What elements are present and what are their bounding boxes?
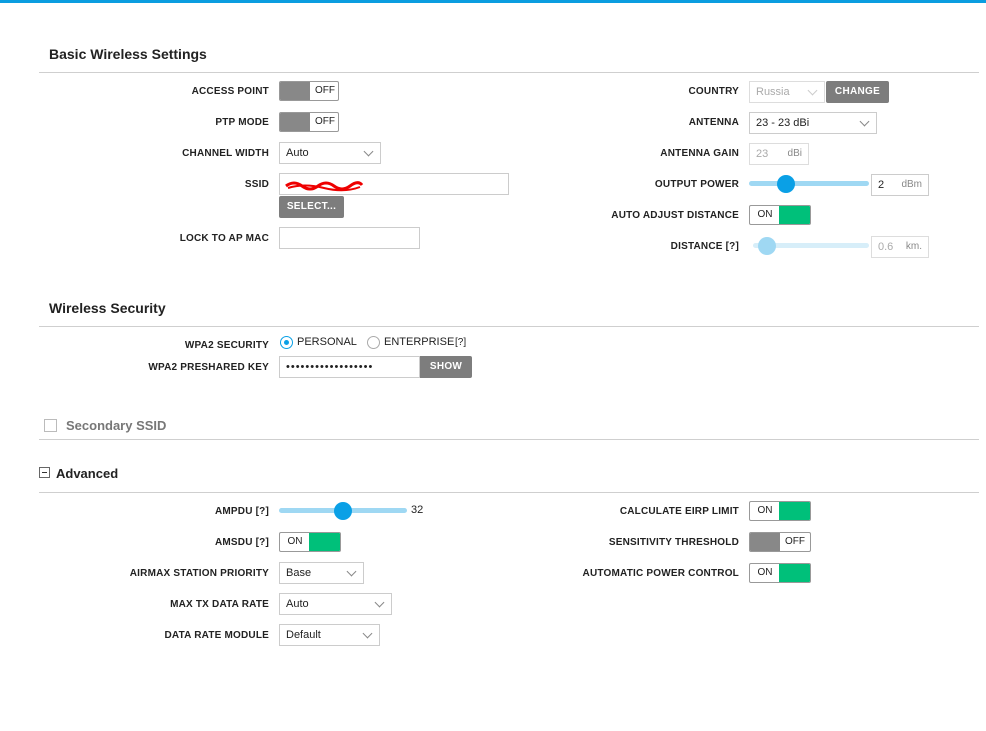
- section-divider: [39, 439, 979, 440]
- chevron-down-icon: [807, 85, 818, 96]
- auto-power-label: AUTOMATIC POWER CONTROL: [582, 568, 739, 579]
- select-value: Auto: [286, 147, 309, 159]
- section-divider: [39, 492, 979, 493]
- ampdu-label: AMPDU [?]: [214, 506, 269, 517]
- antenna-gain-input[interactable]: 23 dBi: [749, 143, 809, 165]
- distance-value: 0.6: [878, 241, 894, 253]
- distance-slider-thumb[interactable]: [757, 237, 776, 255]
- channel-width-select[interactable]: Auto: [279, 142, 381, 164]
- wpa2-security-label: WPA2 SECURITY: [184, 340, 269, 351]
- toggle-state: OFF: [315, 116, 335, 127]
- toggle-state: ON: [757, 567, 773, 578]
- toggle-knob: [750, 533, 780, 551]
- toggle-knob: [779, 564, 810, 582]
- airmax-priority-label: AIRMAX STATION PRIORITY: [129, 568, 269, 579]
- max-tx-rate-label: MAX TX DATA RATE: [170, 599, 269, 610]
- select-value: Default: [286, 629, 321, 641]
- ptp-mode-label: PTP MODE: [215, 117, 269, 128]
- output-power-value: 2: [878, 179, 885, 191]
- advanced-collapse-icon[interactable]: [39, 467, 50, 478]
- basic-wireless-title: Basic Wireless Settings: [49, 46, 207, 62]
- auto-adjust-distance-label: AUTO ADJUST DISTANCE: [611, 210, 739, 221]
- toggle-state: OFF: [785, 536, 805, 547]
- data-rate-module-select[interactable]: Default: [279, 624, 380, 646]
- output-power-label: OUTPUT POWER: [654, 179, 739, 190]
- select-value: Russia: [756, 86, 790, 98]
- amsdu-toggle[interactable]: ON: [279, 532, 341, 552]
- wireless-security-title: Wireless Security: [49, 300, 166, 316]
- calc-eirp-label: CALCULATE EIRP LIMIT: [619, 506, 739, 517]
- section-divider: [39, 326, 979, 327]
- ampdu-slider-thumb[interactable]: [334, 502, 352, 520]
- airmax-priority-select[interactable]: Base: [279, 562, 364, 584]
- secondary-ssid-checkbox[interactable]: [44, 419, 57, 432]
- antenna-gain-value: 23: [756, 148, 769, 160]
- chevron-down-icon: [346, 566, 357, 577]
- ampdu-value: 32: [411, 504, 424, 516]
- ptp-mode-toggle[interactable]: OFF: [279, 112, 339, 132]
- country-select[interactable]: Russia: [749, 81, 825, 103]
- country-change-button[interactable]: CHANGE: [826, 81, 889, 103]
- lock-to-ap-mac-input[interactable]: [279, 227, 420, 249]
- sensitivity-toggle[interactable]: OFF: [749, 532, 811, 552]
- advanced-title: Advanced: [56, 466, 119, 481]
- calc-eirp-toggle[interactable]: ON: [749, 501, 811, 521]
- chevron-down-icon: [859, 116, 870, 127]
- secondary-ssid-title: Secondary SSID: [66, 418, 167, 433]
- select-value: Base: [286, 567, 312, 579]
- access-point-toggle[interactable]: OFF: [279, 81, 339, 101]
- preshared-key-input[interactable]: ••••••••••••••••••: [279, 356, 420, 378]
- ssid-select-button[interactable]: SELECT...: [279, 196, 344, 218]
- channel-width-label: CHANNEL WIDTH: [182, 148, 269, 159]
- select-value: 23 - 23 dBi: [756, 117, 810, 129]
- output-power-input[interactable]: 2 dBm: [871, 174, 929, 196]
- enterprise-radio[interactable]: [367, 336, 380, 349]
- auto-adjust-distance-toggle[interactable]: ON: [749, 205, 811, 225]
- toggle-state: OFF: [315, 85, 335, 96]
- unit-label: dBi: [787, 148, 802, 159]
- show-key-button[interactable]: SHOW: [420, 356, 472, 378]
- chevron-down-icon: [363, 146, 374, 157]
- toggle-state: ON: [757, 505, 773, 516]
- toggle-state: ON: [757, 209, 773, 220]
- output-power-slider-thumb[interactable]: [776, 175, 795, 193]
- preshared-key-label: WPA2 PRESHARED KEY: [148, 362, 269, 373]
- toggle-knob: [280, 82, 310, 100]
- redaction-scribble-icon: [285, 181, 364, 192]
- toggle-knob: [280, 113, 310, 131]
- antenna-label: ANTENNA: [688, 117, 739, 128]
- ssid-label: SSID: [244, 179, 269, 190]
- section-divider: [39, 72, 979, 73]
- top-accent-bar: [0, 0, 986, 3]
- toggle-knob: [309, 533, 340, 551]
- data-rate-module-label: DATA RATE MODULE: [164, 630, 269, 641]
- enterprise-radio-label: ENTERPRISE: [384, 336, 455, 348]
- wpa2-help-link[interactable]: [?]: [455, 337, 466, 348]
- ssid-input[interactable]: [279, 173, 509, 195]
- chevron-down-icon: [374, 597, 385, 608]
- sensitivity-label: SENSITIVITY THRESHOLD: [608, 537, 739, 548]
- personal-radio[interactable]: [280, 336, 293, 349]
- unit-label: dBm: [901, 179, 922, 190]
- max-tx-rate-select[interactable]: Auto: [279, 593, 392, 615]
- country-label: COUNTRY: [688, 86, 739, 97]
- toggle-knob: [779, 206, 810, 224]
- toggle-knob: [779, 502, 810, 520]
- output-power-slider-track[interactable]: [749, 181, 869, 186]
- amsdu-label: AMSDU [?]: [214, 537, 269, 548]
- distance-label: DISTANCE [?]: [670, 241, 739, 252]
- antenna-gain-label: ANTENNA GAIN: [660, 148, 739, 159]
- access-point-label: ACCESS POINT: [191, 86, 269, 97]
- unit-label: km.: [905, 241, 922, 252]
- chevron-down-icon: [362, 628, 373, 639]
- lock-to-ap-mac-label: LOCK TO AP MAC: [179, 233, 269, 244]
- personal-radio-label: PERSONAL: [297, 336, 357, 348]
- toggle-state: ON: [287, 536, 303, 547]
- distance-input[interactable]: 0.6 km.: [871, 236, 929, 258]
- select-value: Auto: [286, 598, 309, 610]
- auto-power-toggle[interactable]: ON: [749, 563, 811, 583]
- antenna-select[interactable]: 23 - 23 dBi: [749, 112, 877, 134]
